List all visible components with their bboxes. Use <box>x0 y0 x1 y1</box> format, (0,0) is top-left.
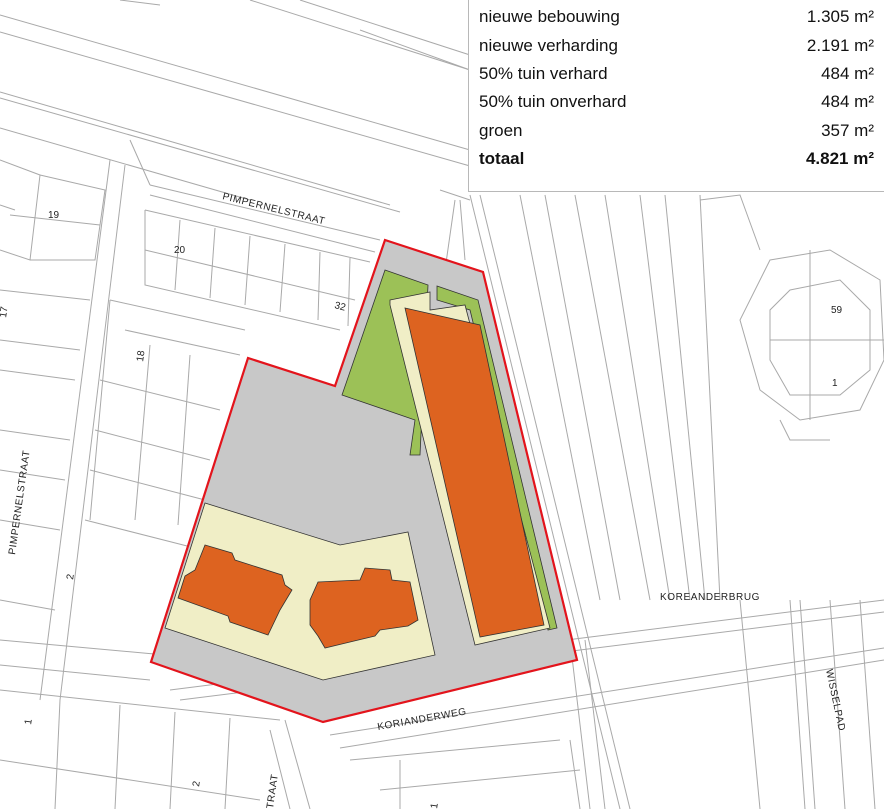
street-label-pimpernelstraat-top: PIMPERNELSTRAAT <box>221 191 326 227</box>
house-number-32: 32 <box>333 300 347 313</box>
legend-label: 50% tuin verhard <box>479 63 608 83</box>
legend-row: nieuwe bebouwing 1.305 m² <box>479 3 874 31</box>
legend-value: 484 m² <box>821 92 874 112</box>
house-number-1-right: 1 <box>832 378 838 389</box>
legend-row: 50% tuin onverhard 484 m² <box>479 88 874 116</box>
legend-label: groen <box>479 120 523 140</box>
street-label-koreanderbrug: KOREANDERBRUG <box>660 592 760 603</box>
street-label-korianderweg: KORIANDERWEG <box>377 706 468 733</box>
house-number-59: 59 <box>831 305 843 316</box>
legend-row: nieuwe verharding 2.191 m² <box>479 31 874 59</box>
area-legend: nieuwe bebouwing 1.305 m² nieuwe verhard… <box>468 0 884 192</box>
legend-row: 50% tuin verhard 484 m² <box>479 60 874 88</box>
legend-value: 1.305 m² <box>806 7 874 27</box>
plan-area <box>149 238 579 724</box>
legend-row: groen 357 m² <box>479 117 874 145</box>
legend-value: 357 m² <box>821 120 874 140</box>
legend-label: nieuwe verharding <box>479 35 618 55</box>
legend-label: 50% tuin onverhard <box>479 92 627 112</box>
house-number-20: 20 <box>174 245 186 256</box>
street-label-wisselpad: WISSELPAD <box>823 668 847 732</box>
legend-total-value: 4.821 m² <box>805 149 874 169</box>
legend-label: nieuwe bebouwing <box>479 7 620 27</box>
house-number-1-bottom-mid: 1 <box>429 802 441 809</box>
house-number-17: 17 <box>0 305 11 318</box>
house-number-18: 18 <box>135 349 148 362</box>
house-number-2-bottom: 2 <box>191 780 203 787</box>
street-label-traat: TRAAT <box>265 773 281 809</box>
house-number-1-bottom: 1 <box>23 718 35 725</box>
legend-total-label: totaal <box>479 149 525 169</box>
legend-value: 2.191 m² <box>806 35 874 55</box>
street-label-pimpernelstraat-left: PIMPERNELSTRAAT <box>7 449 33 555</box>
legend-value: 484 m² <box>821 63 874 83</box>
house-number-19: 19 <box>48 210 60 221</box>
legend-total-row: totaal 4.821 m² <box>479 145 874 173</box>
